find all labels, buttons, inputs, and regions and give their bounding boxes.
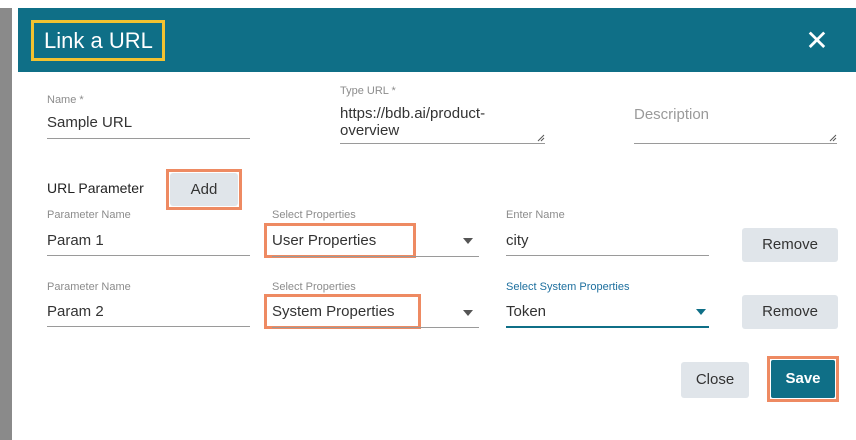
param-2-name-label: Parameter Name	[47, 281, 131, 293]
name-input[interactable]: Sample URL	[47, 114, 132, 131]
type-url-line-2[interactable]: overview	[340, 122, 399, 139]
param-2-props-select[interactable]: System Properties	[272, 303, 395, 320]
param-2-system-props-select[interactable]: Token	[506, 303, 546, 320]
type-url-line-1[interactable]: https://bdb.ai/product-	[340, 105, 485, 122]
type-url-label: Type URL *	[340, 85, 396, 97]
param-1-name-input[interactable]: Param 1	[47, 232, 104, 249]
resize-handle-icon[interactable]	[829, 134, 837, 142]
backdrop-overlay	[0, 0, 12, 440]
name-label: Name *	[47, 94, 84, 106]
chevron-down-icon[interactable]	[696, 309, 706, 315]
url-parameter-label: URL Parameter	[47, 180, 144, 196]
param-1-enter-name-label: Enter Name	[506, 209, 565, 221]
param-1-name-label: Parameter Name	[47, 209, 131, 221]
resize-handle-icon[interactable]	[537, 134, 545, 142]
close-icon[interactable]: ✕	[804, 27, 830, 55]
param-2-props-underline	[272, 327, 479, 328]
param-1-props-underline	[272, 256, 479, 257]
param-1-props-select[interactable]: User Properties	[272, 232, 376, 249]
close-button[interactable]: Close	[681, 362, 749, 398]
type-url-underline	[340, 143, 545, 144]
save-button[interactable]: Save	[771, 360, 835, 398]
remove-param-2-button[interactable]: Remove	[742, 295, 838, 329]
param-2-system-props-label: Select System Properties	[506, 281, 630, 293]
dialog-title: Link a URL	[44, 28, 153, 53]
param-2-name-input[interactable]: Param 2	[47, 303, 104, 320]
param-2-name-underline	[47, 326, 250, 327]
param-1-props-label: Select Properties	[272, 209, 356, 221]
backdrop-top	[0, 0, 856, 8]
chevron-down-icon[interactable]	[463, 238, 473, 244]
description-input[interactable]: Description	[634, 106, 709, 123]
link-url-dialog: Link a URL ✕ Name * Sample URL Type URL …	[18, 8, 856, 440]
param-1-enter-name-underline	[506, 255, 709, 256]
add-parameter-button[interactable]: Add	[170, 173, 238, 206]
param-2-props-label: Select Properties	[272, 281, 356, 293]
description-underline	[634, 143, 837, 144]
param-1-enter-name-input[interactable]: city	[506, 232, 529, 249]
param-1-name-underline	[47, 255, 250, 256]
chevron-down-icon[interactable]	[463, 310, 473, 316]
dialog-header: Link a URL ✕	[18, 8, 856, 72]
param-2-system-props-underline	[506, 326, 709, 328]
remove-param-1-button[interactable]: Remove	[742, 228, 838, 262]
name-underline	[47, 138, 250, 139]
